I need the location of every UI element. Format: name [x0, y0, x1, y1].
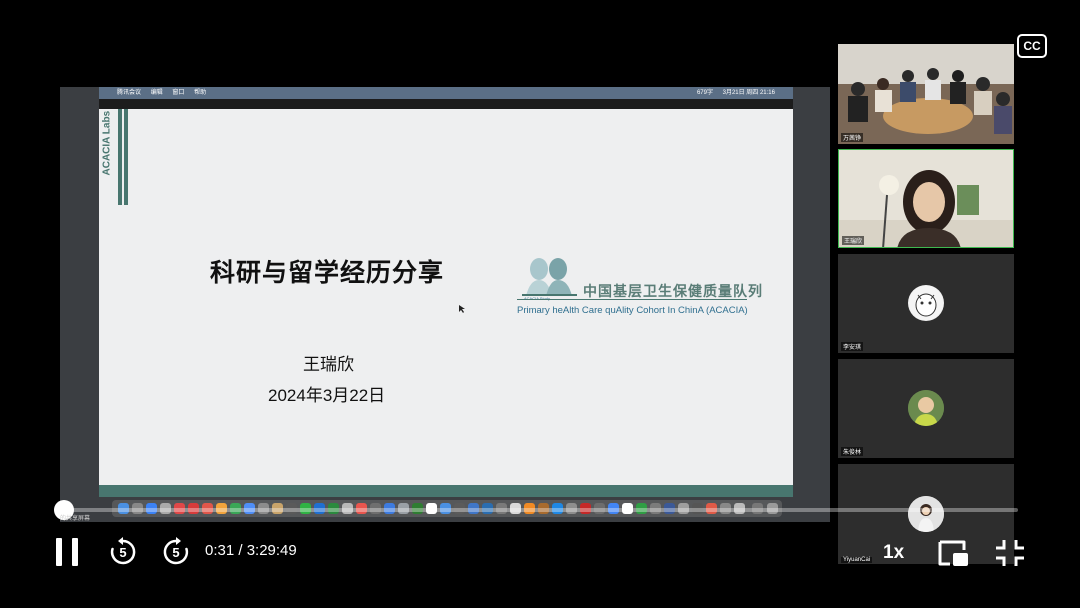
closed-captions-button[interactable]: CC [1017, 34, 1047, 58]
menubar-clock: 3月21日 周四 21:16 [722, 90, 775, 96]
participant-tile[interactable]: 万茜铮 [838, 44, 1014, 144]
slide-date: 2024年3月22日 [268, 386, 386, 405]
pause-button[interactable] [54, 537, 82, 567]
group-video-icon [838, 44, 1014, 144]
progress-track[interactable] [62, 508, 1018, 512]
participant-tile[interactable]: 李安琪 [838, 254, 1014, 353]
exit-fullscreen-icon [996, 540, 1024, 566]
time-display: 0:31 / 3:29:49 [205, 542, 297, 559]
pause-icon [56, 538, 62, 566]
menubar-item-window: 窗口 [172, 90, 185, 96]
photo-avatar-icon [908, 390, 944, 426]
logo-chinese-title: 中国基层卫生保健质量队列 [583, 283, 763, 299]
participant-tile-active-speaker[interactable]: 王瑞欣 [838, 149, 1014, 248]
menubar-word-count: 679字 [696, 90, 713, 96]
slide-separator [99, 99, 793, 109]
menubar-item-help: 帮助 [194, 90, 207, 96]
rewind-seconds-label: 5 [119, 545, 127, 560]
rewind-5-button[interactable]: 5 [108, 537, 138, 567]
menubar-item-app: 腾讯会议 [117, 90, 142, 96]
participant-name: 朱俊林 [841, 447, 864, 456]
participant-name: 王瑞欣 [842, 236, 865, 245]
mac-menubar: 腾讯会议 编辑 窗口 帮助 679字 3月21日 周四 21:16 [99, 87, 793, 99]
brand-stripe [124, 109, 128, 205]
participant-name: 李安琪 [841, 342, 864, 351]
participant-tile[interactable]: YiyuanCai [838, 464, 1014, 564]
participant-name: 万茜铮 [841, 133, 864, 142]
avatar [908, 285, 944, 321]
avatar [908, 390, 944, 426]
avatar [908, 496, 944, 532]
playback-speed-button[interactable]: 1x [883, 542, 904, 564]
forward-5-button[interactable]: 5 [161, 537, 191, 567]
brand-stripe [118, 109, 122, 205]
slide-title: 科研与留学经历分享 [210, 259, 445, 287]
slide-author: 王瑞欣 [303, 355, 354, 374]
brand-label: ACACIA Labs [101, 110, 113, 176]
mouse-cursor-icon [459, 305, 465, 313]
menubar-item-edit: 编辑 [150, 90, 163, 96]
exit-fullscreen-button[interactable] [994, 538, 1026, 568]
slide-footer-strip [99, 485, 793, 497]
photo-avatar-icon [908, 496, 944, 532]
logo-divider [517, 299, 747, 300]
forward-seconds-label: 5 [172, 545, 180, 560]
participant-name: YiyuanCai [841, 557, 873, 563]
speaker-video-icon [839, 150, 1013, 247]
acacia-logo-icon [522, 258, 577, 296]
participant-tile[interactable]: 朱俊林 [838, 359, 1014, 458]
share-screen-label: 的共享屏幕 [60, 516, 91, 522]
logo-english-title: Primary heAlth Care quAlity Cohort In Ch… [517, 305, 748, 316]
picture-in-picture-button[interactable] [936, 538, 970, 568]
cartoon-avatar-icon [909, 286, 943, 320]
pip-icon [938, 540, 968, 566]
